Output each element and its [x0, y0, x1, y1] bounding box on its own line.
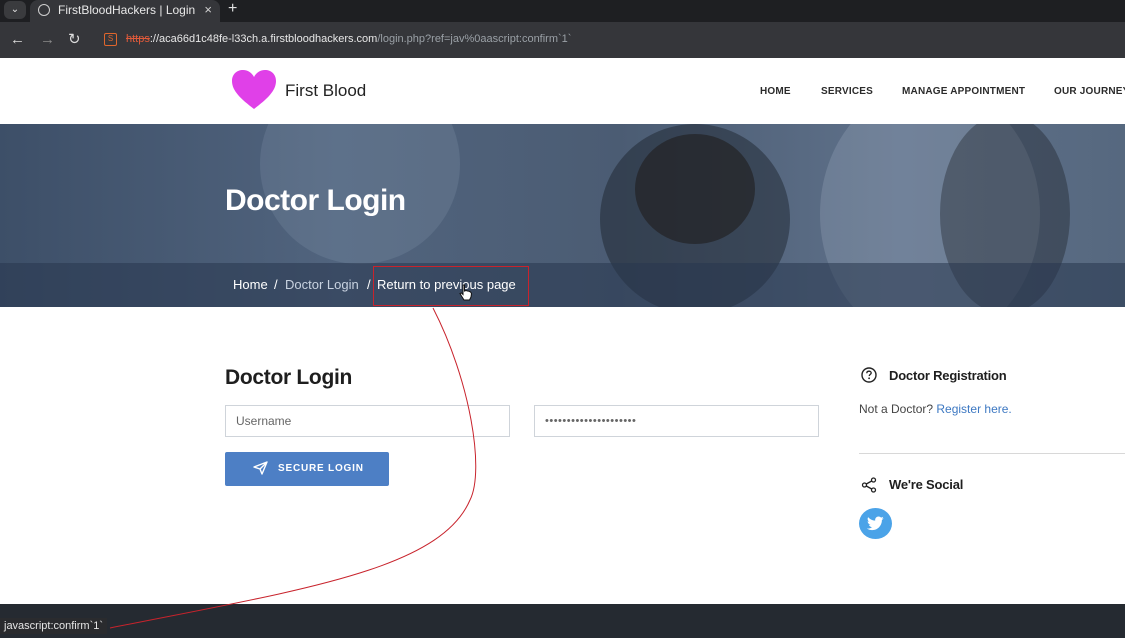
nav-our-journey[interactable]: OUR JOURNEY — [1054, 86, 1125, 97]
logo-text[interactable]: First Blood — [285, 81, 366, 101]
tab-close-button[interactable]: × — [204, 2, 212, 17]
site-footer — [0, 604, 1125, 638]
url-path: /login.php?ref=jav%0aascript:confirm`1` — [377, 33, 572, 45]
username-input[interactable] — [226, 406, 509, 436]
back-button[interactable]: ← — [10, 31, 25, 49]
url-scheme: https — [126, 33, 150, 45]
question-circle-icon — [861, 367, 877, 383]
login-title: Doctor Login — [225, 366, 353, 389]
breadcrumb-separator: / — [367, 277, 371, 292]
breadcrumb-current: Doctor Login — [285, 277, 359, 292]
site-header: First Blood HOME SERVICES MANAGE APPOINT… — [0, 58, 1125, 124]
social-heading: We're Social — [889, 477, 964, 492]
highlight-box — [373, 266, 529, 306]
register-link[interactable]: Register here. — [936, 402, 1011, 416]
not-secure-icon[interactable]: S — [104, 33, 117, 46]
send-icon — [253, 461, 268, 475]
browser-tab[interactable]: FirstBloodHackers | Login × — [30, 0, 220, 22]
twitter-button[interactable] — [859, 508, 892, 539]
hero-banner: Doctor Login Home / Doctor Login / Retur… — [0, 124, 1125, 307]
new-tab-button[interactable]: + — [228, 0, 237, 18]
breadcrumb-separator: / — [274, 277, 278, 292]
globe-icon — [38, 4, 50, 16]
browser-tab-strip: ⌄ FirstBloodHackers | Login × + — [0, 0, 1125, 22]
share-icon — [861, 477, 877, 493]
password-field[interactable] — [534, 405, 819, 437]
nav-manage-appointment[interactable]: MANAGE APPOINTMENT — [902, 86, 1025, 97]
url-text[interactable]: https://aca66d1c48fe-l33ch.a.firstbloodh… — [126, 33, 571, 45]
heart-logo-icon[interactable] — [231, 70, 277, 110]
browser-toolbar: ← → ↻ S https://aca66d1c48fe-l33ch.a.fir… — [0, 22, 1125, 58]
breadcrumb-home[interactable]: Home — [233, 277, 268, 292]
address-bar[interactable]: S https://aca66d1c48fe-l33ch.a.firstbloo… — [96, 27, 1125, 53]
registration-prompt: Not a Doctor? — [859, 402, 937, 416]
username-field[interactable] — [225, 405, 510, 437]
tab-search-button[interactable]: ⌄ — [4, 1, 26, 19]
hero-title: Doctor Login — [225, 184, 406, 217]
nav-home[interactable]: HOME — [760, 86, 791, 97]
secure-login-button[interactable]: SECURE LOGIN — [225, 452, 389, 486]
nav-services[interactable]: SERVICES — [821, 86, 873, 97]
hero-photo-figure — [635, 134, 755, 244]
chevron-down-icon: ⌄ — [10, 4, 20, 15]
secure-login-label: SECURE LOGIN — [278, 463, 364, 474]
url-host: ://aca66d1c48fe-l33ch.a.firstbloodhacker… — [149, 33, 378, 45]
status-bar-url: javascript:confirm`1` — [0, 618, 108, 634]
reload-button[interactable]: ↻ — [68, 31, 81, 49]
sidebar-divider — [859, 453, 1125, 454]
twitter-icon — [867, 516, 884, 531]
breadcrumb — [0, 263, 1125, 307]
tab-title: FirstBloodHackers | Login — [58, 3, 196, 17]
registration-text: Not a Doctor? Register here. — [859, 402, 1012, 416]
forward-button[interactable]: → — [40, 31, 55, 49]
registration-heading: Doctor Registration — [889, 368, 1007, 383]
password-input[interactable] — [535, 406, 818, 436]
